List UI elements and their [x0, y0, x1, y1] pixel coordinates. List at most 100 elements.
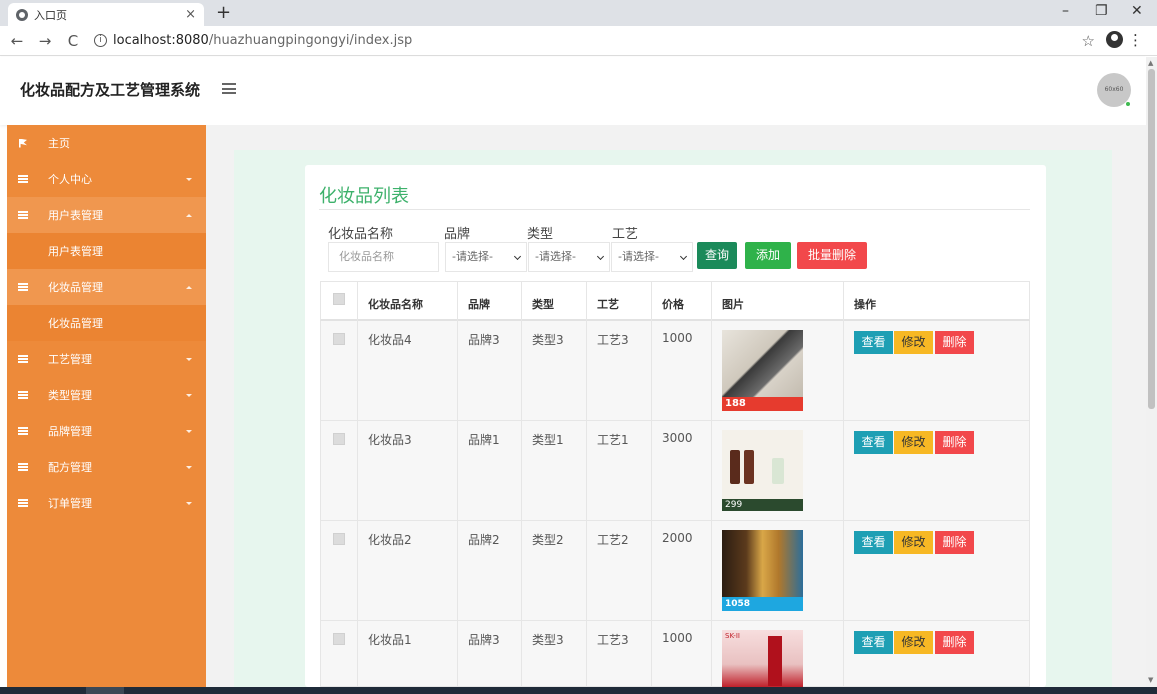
browser-tabbar: 入口页 × + – ❐ ✕ — [0, 0, 1157, 26]
product-image[interactable]: SK-II — [722, 630, 803, 687]
row-checkbox[interactable] — [333, 433, 345, 445]
url-field[interactable]: i localhost:8080/huazhuangpingongyi/inde… — [94, 33, 412, 48]
browser-tab[interactable]: 入口页 × — [8, 3, 204, 26]
delete-button[interactable]: 删除 — [935, 531, 974, 554]
minimize-icon[interactable]: – — [1062, 3, 1069, 19]
chevron-up-icon — [186, 213, 192, 217]
scroll-thumb[interactable] — [1148, 69, 1155, 409]
scroll-down-icon[interactable]: ▼ — [1148, 676, 1153, 684]
sidebar-item-formula[interactable]: 配方管理 — [7, 449, 206, 485]
view-button[interactable]: 查看 — [854, 531, 893, 554]
forward-icon[interactable]: → — [34, 32, 56, 50]
name-search-input[interactable]: 化妆品名称 — [328, 242, 439, 272]
column-header: 化妆品名称 — [368, 298, 423, 311]
sidebar-item-orders[interactable]: 订单管理 — [7, 485, 206, 521]
sidebar-item-type[interactable]: 类型管理 — [7, 377, 206, 413]
table-header: 化妆品名称 品牌 类型 工艺 价格 图片 操作 — [320, 281, 1030, 321]
online-status-dot — [1125, 101, 1131, 107]
search-button[interactable]: 查询 — [697, 242, 737, 269]
sidebar-item-label: 品牌管理 — [48, 425, 92, 438]
column-divider — [843, 281, 844, 687]
brand-select-value: -请选择- — [452, 250, 493, 263]
grid-icon — [18, 427, 28, 435]
taskbar-item[interactable] — [86, 687, 124, 694]
cell-type: 类型3 — [532, 333, 564, 347]
chevron-down-icon — [186, 357, 192, 361]
image-price-tag: 188 — [722, 397, 803, 411]
craft-select[interactable]: -请选择- — [611, 242, 693, 272]
column-header: 工艺 — [597, 298, 619, 311]
delete-button[interactable]: 删除 — [935, 631, 974, 654]
maximize-icon[interactable]: ❐ — [1095, 3, 1108, 19]
bookmark-star-icon[interactable]: ☆ — [1082, 32, 1095, 50]
sidebar-item-cosmetics[interactable]: 化妆品管理 — [7, 269, 206, 305]
cell-name: 化妆品3 — [368, 433, 412, 447]
scroll-up-icon[interactable]: ▲ — [1148, 59, 1153, 67]
chevron-down-icon — [186, 501, 192, 505]
url-path: /huazhuangpingongyi/index.jsp — [208, 33, 413, 48]
product-image[interactable]: 1058 — [722, 530, 803, 611]
browser-menu-icon[interactable]: ⋮ — [1128, 31, 1143, 49]
batch-delete-button[interactable]: 批量删除 — [797, 242, 867, 269]
grid-icon — [18, 211, 28, 219]
view-button[interactable]: 查看 — [854, 631, 893, 654]
reload-icon[interactable]: C — [62, 32, 84, 50]
type-select[interactable]: -请选择- — [528, 242, 610, 272]
new-tab-icon[interactable]: + — [216, 2, 231, 23]
cell-type: 类型2 — [532, 533, 564, 547]
grid-icon — [18, 175, 28, 183]
view-button[interactable]: 查看 — [854, 431, 893, 454]
hamburger-menu-icon[interactable] — [222, 83, 236, 94]
sidebar-item-brand[interactable]: 品牌管理 — [7, 413, 206, 449]
os-taskbar — [0, 687, 1157, 694]
tab-close-icon[interactable]: × — [185, 7, 196, 22]
sidebar-item-users[interactable]: 用户表管理 — [7, 197, 206, 233]
column-header: 价格 — [662, 298, 684, 311]
brand-select[interactable]: -请选择- — [445, 242, 527, 272]
cell-price: 3000 — [662, 431, 693, 445]
info-icon[interactable]: i — [94, 34, 107, 47]
add-button[interactable]: 添加 — [745, 242, 791, 269]
edit-button[interactable]: 修改 — [894, 531, 933, 554]
sidebar-item-label: 类型管理 — [48, 389, 92, 402]
sidebar-item-home[interactable]: 主页 — [7, 125, 206, 161]
row-checkbox[interactable] — [333, 533, 345, 545]
sidebar-item-label: 化妆品管理 — [48, 281, 103, 294]
submenu-users[interactable]: 用户表管理 — [7, 233, 206, 269]
column-header: 图片 — [722, 298, 744, 311]
product-image[interactable]: 299 — [722, 430, 803, 511]
account-icon[interactable] — [1106, 31, 1123, 48]
column-header: 类型 — [532, 298, 554, 311]
cell-type: 类型3 — [532, 633, 564, 647]
delete-button[interactable]: 删除 — [935, 431, 974, 454]
grid-icon — [18, 463, 28, 471]
cell-price: 2000 — [662, 531, 693, 545]
title-divider — [319, 209, 1030, 210]
grid-icon — [18, 283, 28, 291]
row-checkbox[interactable] — [333, 633, 345, 645]
cell-type: 类型1 — [532, 433, 564, 447]
back-icon[interactable]: ← — [6, 32, 28, 50]
edit-button[interactable]: 修改 — [894, 431, 933, 454]
product-image[interactable]: 188 — [722, 330, 803, 411]
sidebar-item-craft[interactable]: 工艺管理 — [7, 341, 206, 377]
image-price-tag: 1058 — [722, 597, 803, 611]
page-title: 化妆品列表 — [319, 186, 409, 207]
table-row: 化妆品4 品牌3 类型3 工艺3 1000 188 查看 修改 删除 — [320, 321, 1030, 421]
sidebar-item-label: 主页 — [48, 137, 70, 150]
delete-button[interactable]: 删除 — [935, 331, 974, 354]
submenu-cosmetics[interactable]: 化妆品管理 — [7, 305, 206, 341]
edit-button[interactable]: 修改 — [894, 631, 933, 654]
chevron-down-icon — [186, 393, 192, 397]
sidebar-item-label: 工艺管理 — [48, 353, 92, 366]
edit-button[interactable]: 修改 — [894, 331, 933, 354]
view-button[interactable]: 查看 — [854, 331, 893, 354]
select-all-checkbox[interactable] — [333, 293, 345, 305]
sidebar-item-profile[interactable]: 个人中心 — [7, 161, 206, 197]
column-divider — [521, 281, 522, 687]
close-window-icon[interactable]: ✕ — [1131, 3, 1143, 19]
sidebar-item-label: 订单管理 — [48, 497, 92, 510]
page-scrollbar[interactable]: ▲ ▼ — [1146, 57, 1157, 687]
cell-craft: 工艺3 — [597, 333, 629, 347]
row-checkbox[interactable] — [333, 333, 345, 345]
